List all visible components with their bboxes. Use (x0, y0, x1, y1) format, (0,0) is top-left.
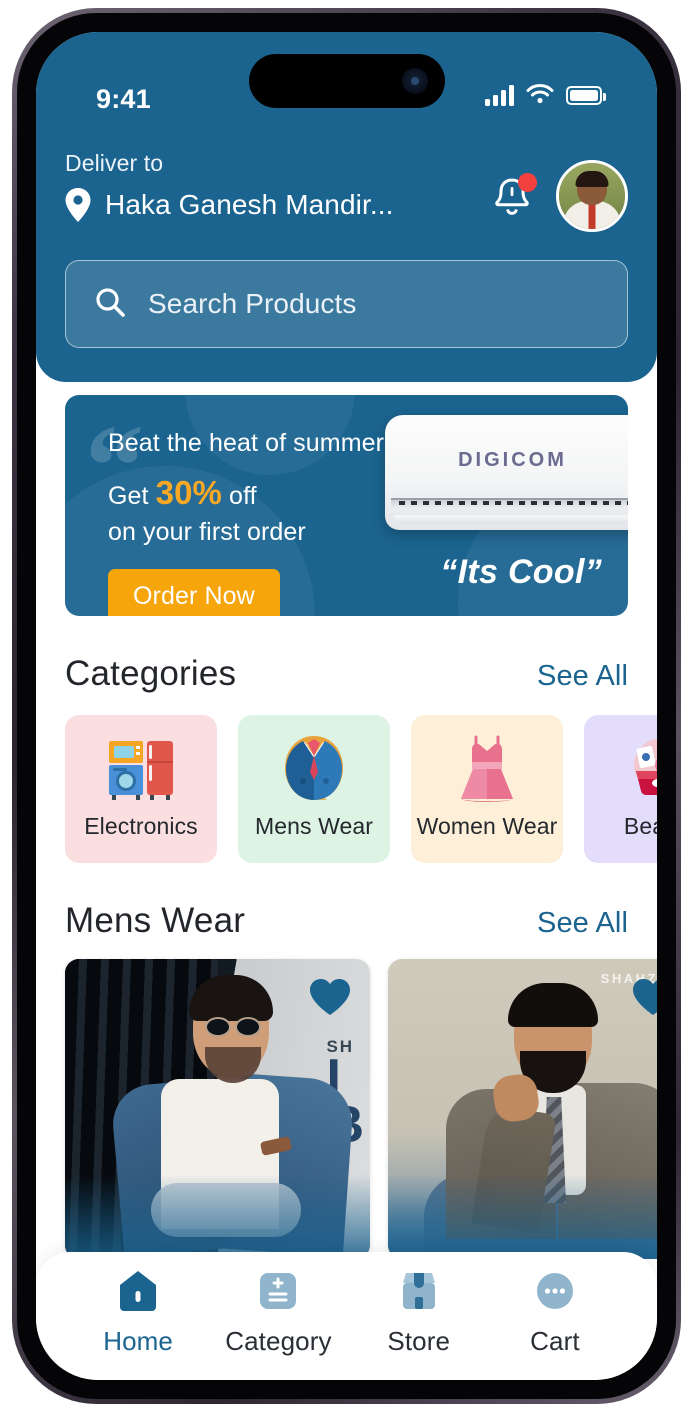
notification-bell-icon[interactable] (490, 173, 537, 219)
nav-item-category[interactable]: Category (225, 1264, 331, 1357)
nav-item-home[interactable]: Home (89, 1264, 187, 1357)
mens-wear-title: Mens Wear (65, 901, 246, 940)
air-conditioner-image: DIGICOM (385, 415, 628, 530)
promo-off-label: off (222, 482, 257, 510)
screenshot-root: 9:41 Deliver to Haka Ganesh Mandir... Se… (0, 0, 693, 1412)
header-actions (490, 148, 628, 232)
mens-wear-section-header: Mens Wear See All (36, 863, 657, 941)
promo-subline: on your first order (108, 518, 306, 546)
promo-discount-value: 30% (155, 474, 223, 511)
nav-label: Category (225, 1325, 332, 1356)
nav-item-store[interactable]: Store (370, 1264, 468, 1357)
dress-icon (456, 732, 518, 804)
main-content: “ DIGICOM Beat the heat of summer Get 30… (36, 382, 657, 1259)
mens-wear-product-list[interactable]: SHIB SHAHZEB (36, 941, 657, 1259)
ac-brand-label: DIGICOM (458, 449, 567, 471)
wifi-icon (525, 82, 555, 109)
product-card[interactable]: SHIB (65, 959, 370, 1259)
search-placeholder: Search Products (148, 288, 357, 319)
user-avatar[interactable] (556, 160, 628, 232)
category-label: Mens Wear (254, 813, 374, 839)
nav-item-cart[interactable]: Cart (506, 1264, 604, 1357)
header-top-row: Deliver to Haka Ganesh Mandir... (65, 148, 628, 232)
nav-label: Store (387, 1325, 451, 1356)
promo-banner-text: Beat the heat of summer Get 30% off on y… (108, 429, 384, 616)
categories-see-all-link[interactable]: See All (537, 660, 628, 693)
cellular-signal-icon (485, 85, 514, 106)
categories-title: Categories (65, 654, 237, 693)
notification-badge (518, 173, 537, 192)
cart-more-icon (531, 1264, 579, 1318)
cosmetics-icon (624, 732, 657, 804)
front-camera-icon (401, 68, 428, 94)
category-label: Beauty (623, 813, 657, 839)
status-bar-time: 9:41 (96, 84, 151, 114)
category-label: Women Wear (416, 813, 558, 839)
heart-icon[interactable] (631, 977, 657, 1022)
categories-list[interactable]: Electronics Mens Wear Women Wear Be (36, 694, 657, 863)
search-icon (94, 286, 126, 323)
app-header: Deliver to Haka Ganesh Mandir... Search … (36, 124, 657, 382)
appliances-icon (105, 732, 177, 804)
promo-banner-wrapper: “ DIGICOM Beat the heat of summer Get 30… (36, 382, 657, 616)
categories-section-header: Categories See All (36, 616, 657, 694)
category-icon (254, 1264, 302, 1318)
nav-label: Cart (530, 1325, 580, 1356)
category-card-mens-wear[interactable]: Mens Wear (238, 715, 390, 863)
phone-screen: 9:41 Deliver to Haka Ganesh Mandir... Se… (36, 32, 657, 1380)
heart-icon[interactable] (308, 977, 352, 1022)
mens-wear-see-all-link[interactable]: See All (537, 907, 628, 940)
home-icon (114, 1264, 162, 1318)
dynamic-island (248, 54, 445, 108)
search-input[interactable]: Search Products (65, 260, 628, 348)
category-card-beauty[interactable]: Beauty (584, 715, 657, 863)
promo-get-label: Get (108, 482, 156, 510)
promo-banner[interactable]: “ DIGICOM Beat the heat of summer Get 30… (65, 395, 628, 616)
battery-icon (566, 86, 606, 105)
promo-discount-line: Get 30% off (108, 474, 384, 512)
deliver-to-label: Deliver to (65, 150, 164, 176)
category-label: Electronics (84, 813, 198, 839)
product-card[interactable]: SHAHZEB (388, 959, 657, 1259)
delivery-address-text: Haka Ganesh Mandir... (105, 189, 394, 220)
address-row[interactable]: Haka Ganesh Mandir... (65, 188, 393, 222)
status-bar-indicators (485, 82, 606, 109)
bottom-navigation-bar: Home Category Store Cart (36, 1252, 657, 1380)
store-icon (395, 1264, 443, 1318)
location-pin-icon (65, 188, 91, 222)
category-card-electronics[interactable]: Electronics (65, 715, 217, 863)
promo-headline: Beat the heat of summer (108, 429, 385, 457)
status-bar: 9:41 (36, 32, 657, 124)
suit-icon (279, 732, 349, 804)
category-card-women-wear[interactable]: Women Wear (411, 715, 563, 863)
delivery-address-block[interactable]: Deliver to Haka Ganesh Mandir... (65, 148, 393, 222)
promo-tagline: “Its Cool” (440, 553, 602, 591)
nav-label: Home (103, 1325, 173, 1356)
order-now-button[interactable]: Order Now (108, 569, 280, 616)
